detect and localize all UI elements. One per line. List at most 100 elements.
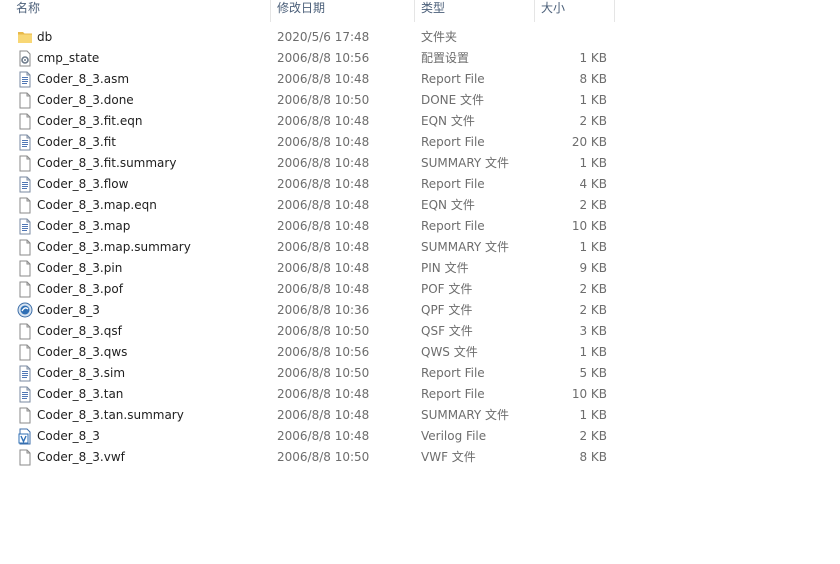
file-row[interactable]: Coder_8_3.done 2006/8/8 10:50 DONE 文件 1 KB [0,90,640,111]
file-type: SUMMARY 文件 [421,156,510,170]
blank-file-icon [17,260,33,277]
file-row[interactable]: Coder_8_3.pin 2006/8/8 10:48 PIN 文件 9 KB [0,258,640,279]
file-name: Coder_8_3.map.summary [37,240,191,254]
file-modified-date: 2006/8/8 10:48 [277,282,370,296]
column-header-date[interactable]: 修改日期 [271,0,414,22]
file-size: 2 KB [579,198,607,212]
file-modified-date: 2006/8/8 10:48 [277,114,370,128]
file-size: 1 KB [579,240,607,254]
report-file-icon [17,71,33,88]
file-size: 5 KB [579,366,607,380]
file-name: Coder_8_3.vwf [37,450,125,464]
file-type: Report File [421,177,485,191]
file-row[interactable]: db 2020/5/6 17:48 文件夹 [0,27,640,48]
file-row[interactable]: Coder_8_3.map.eqn 2006/8/8 10:48 EQN 文件 2 K… [0,195,640,216]
file-row[interactable]: Coder_8_3.tan 2006/8/8 10:48 Report File 10… [0,384,640,405]
file-row[interactable]: Coder_8_3.asm 2006/8/8 10:48 Report File 8 … [0,69,640,90]
file-row[interactable]: Coder_8_3.fit 2006/8/8 10:48 Report File 20… [0,132,640,153]
file-modified-date: 2006/8/8 10:48 [277,387,370,401]
file-name: Coder_8_3.tan.summary [37,408,184,422]
file-type: PIN 文件 [421,261,469,275]
file-size: 2 KB [579,303,607,317]
file-name: Coder_8_3.fit.summary [37,156,177,170]
file-type: VWF 文件 [421,450,476,464]
file-name: Coder_8_3.fit.eqn [37,114,143,128]
report-file-icon [17,386,33,403]
file-name: db [37,30,53,44]
report-file-icon [17,365,33,382]
file-list: db 2020/5/6 17:48 文件夹 cmp_state 2006/8/8 10:… [0,27,840,468]
file-row[interactable]: Coder_8_3.fit.eqn 2006/8/8 10:48 EQN 文件 2 K… [0,111,640,132]
file-size: 1 KB [579,51,607,65]
file-name: Coder_8_3.flow [37,177,129,191]
file-type: Report File [421,219,485,233]
blank-file-icon [17,281,33,298]
file-modified-date: 2006/8/8 10:50 [277,450,370,464]
file-modified-date: 2006/8/8 10:50 [277,93,370,107]
config-file-icon [17,50,33,67]
file-modified-date: 2020/5/6 17:48 [277,30,370,44]
file-type: 文件夹 [421,30,458,44]
file-modified-date: 2006/8/8 10:48 [277,156,370,170]
file-row[interactable]: Coder_8_3 2006/8/8 10:48 Verilog File 2 KB [0,426,640,447]
file-size [540,27,607,48]
folder-icon [17,29,33,46]
file-row[interactable]: Coder_8_3.qws 2006/8/8 10:56 QWS 文件 1 KB [0,342,640,363]
file-type: Report File [421,387,485,401]
file-modified-date: 2006/8/8 10:48 [277,240,370,254]
column-divider[interactable] [614,0,615,22]
file-type: QSF 文件 [421,324,473,338]
file-name: cmp_state [37,51,100,65]
file-row[interactable]: Coder_8_3.vwf 2006/8/8 10:50 VWF 文件 8 KB [0,447,640,468]
file-type: EQN 文件 [421,198,475,212]
file-size: 4 KB [579,177,607,191]
file-name: Coder_8_3.pof [37,282,123,296]
blank-file-icon [17,155,33,172]
file-type: Report File [421,366,485,380]
file-name: Coder_8_3.sim [37,366,126,380]
file-row[interactable]: Coder_8_3.map.summary 2006/8/8 10:48 SUMMA… [0,237,640,258]
file-row[interactable]: Coder_8_3.qsf 2006/8/8 10:50 QSF 文件 3 KB [0,321,640,342]
file-row[interactable]: Coder_8_3.tan.summary 2006/8/8 10:48 SUMMA… [0,405,640,426]
report-file-icon [17,134,33,151]
file-size: 1 KB [579,408,607,422]
column-header-size[interactable]: 大小 [535,0,614,22]
file-size: 2 KB [579,114,607,128]
column-header-type[interactable]: 类型 [415,0,534,22]
file-size: 1 KB [579,345,607,359]
file-type: SUMMARY 文件 [421,240,510,254]
file-modified-date: 2006/8/8 10:48 [277,177,370,191]
file-name: Coder_8_3.qws [37,345,128,359]
blank-file-icon [17,344,33,361]
file-name: Coder_8_3.asm [37,72,130,86]
file-name: Coder_8_3.map [37,219,131,233]
file-size: 8 KB [579,72,607,86]
column-header-name[interactable]: 名称 [10,0,270,22]
file-type: SUMMARY 文件 [421,408,510,422]
file-modified-date: 2006/8/8 10:50 [277,324,370,338]
file-name: Coder_8_3 [37,303,100,317]
file-row[interactable]: Coder_8_3.flow 2006/8/8 10:48 Report File 4… [0,174,640,195]
file-row[interactable]: Coder_8_3.pof 2006/8/8 10:48 POF 文件 2 KB [0,279,640,300]
file-type: Report File [421,72,485,86]
file-size: 1 KB [579,93,607,107]
file-type: POF 文件 [421,282,473,296]
file-size: 10 KB [571,219,607,233]
file-size: 2 KB [579,429,607,443]
file-size: 2 KB [579,282,607,296]
file-row[interactable]: cmp_state 2006/8/8 10:56 配置设置 1 KB [0,48,640,69]
file-row[interactable]: Coder_8_3 2006/8/8 10:36 QPF 文件 2 KB [0,300,640,321]
file-row[interactable]: Coder_8_3.sim 2006/8/8 10:50 Report File 5 … [0,363,640,384]
file-row[interactable]: Coder_8_3.fit.summary 2006/8/8 10:48 SUMMA… [0,153,640,174]
file-name: Coder_8_3.map.eqn [37,198,157,212]
file-row[interactable]: Coder_8_3.map 2006/8/8 10:48 Report File 10… [0,216,640,237]
blank-file-icon [17,197,33,214]
file-name: Coder_8_3 [37,429,100,443]
file-name: Coder_8_3.qsf [37,324,122,338]
file-type: QWS 文件 [421,345,478,359]
file-name: Coder_8_3.tan [37,387,124,401]
file-size: 1 KB [579,156,607,170]
file-modified-date: 2006/8/8 10:48 [277,429,370,443]
blank-file-icon [17,449,33,466]
file-name: Coder_8_3.pin [37,261,123,275]
